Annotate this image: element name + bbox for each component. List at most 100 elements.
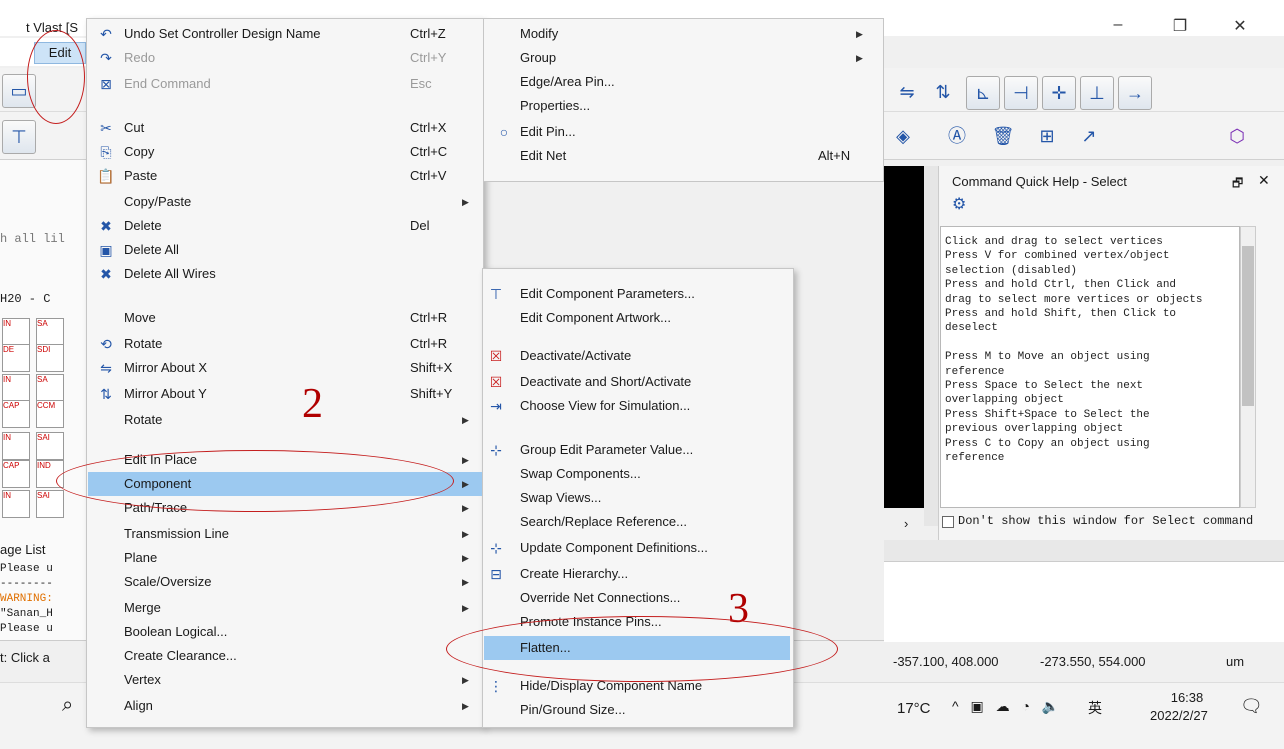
- component-menu-item-pin-ground-size[interactable]: Pin/Ground Size...: [484, 698, 790, 722]
- edit-menu-item-delete-all[interactable]: ▣ Delete All: [88, 238, 482, 262]
- modify-menu-item-edit-pin[interactable]: ○ Edit Pin...: [486, 120, 882, 144]
- modify-menu-item-modify[interactable]: Modify ▶: [486, 22, 882, 46]
- notification-icon[interactable]: 🗨: [1240, 696, 1263, 717]
- edit-menu-item-boolean-logical[interactable]: Boolean Logical...: [88, 620, 482, 644]
- system-tray-icons[interactable]: ^ ▣ ☁ ◔ 🔈: [952, 698, 1063, 715]
- component-menu-item-edit-component-parameters[interactable]: ⊤ Edit Component Parameters...: [484, 282, 790, 306]
- message-list-tab[interactable]: age List: [0, 542, 46, 557]
- palette-item[interactable]: IN: [2, 374, 30, 402]
- toolbar-route-icon[interactable]: ⊞: [1030, 120, 1064, 154]
- chevron-right-icon: ▶: [462, 503, 469, 513]
- palette-item[interactable]: IN: [2, 318, 30, 346]
- edit-menu-item-mirror-about-y[interactable]: ⇅ Mirror About Y Shift+Y: [88, 382, 482, 406]
- clock-time[interactable]: 16:38: [1157, 690, 1217, 705]
- toolbar-ground-icon[interactable]: ⊥: [1080, 76, 1114, 110]
- palette-item[interactable]: SAI: [36, 432, 64, 460]
- minimize-button[interactable]: –: [1098, 16, 1138, 34]
- palette-item[interactable]: IN: [2, 432, 30, 460]
- component-menu-item-deactivate-and-short-activate[interactable]: ☒ Deactivate and Short/Activate: [484, 370, 790, 394]
- palette-item[interactable]: IN: [2, 490, 30, 518]
- edit-menu-item-scale-oversize[interactable]: Scale/Oversize ▶: [88, 570, 482, 594]
- edit-menu-item-transmission-line[interactable]: Transmission Line ▶: [88, 522, 482, 546]
- help-panel-title: Command Quick Help - Select: [952, 174, 1127, 189]
- component-menu-item-update-component-definitions[interactable]: ⊹ Update Component Definitions...: [484, 536, 790, 560]
- component-menu-item-choose-view-for-simulation[interactable]: ⇥ Choose View for Simulation...: [484, 394, 790, 418]
- edit-menu-item-create-clearance[interactable]: Create Clearance...: [88, 644, 482, 668]
- edit-menu-item-copy[interactable]: ⎘ Copy Ctrl+C: [88, 140, 482, 164]
- search-icon[interactable]: ⌕: [62, 694, 73, 717]
- component-menu-item-search-replace-reference[interactable]: Search/Replace Reference...: [484, 510, 790, 534]
- menu-item-shortcut: Ctrl+X: [410, 120, 447, 135]
- edit-menu-item-plane[interactable]: Plane ▶: [88, 546, 482, 570]
- edit-menu-item-undo-set-controller-design-name[interactable]: ↶ Undo Set Controller Design Name Ctrl+Z: [88, 22, 482, 46]
- edit-menu-item-copy-paste[interactable]: Copy/Paste ▶: [88, 190, 482, 214]
- edit-menu-item-paste[interactable]: 📋 Paste Ctrl+V: [88, 164, 482, 188]
- weather-temp[interactable]: 17°C: [897, 700, 931, 717]
- palette-item[interactable]: CCM: [36, 400, 64, 428]
- modify-menu-item-edit-net[interactable]: Edit Net Alt+N: [486, 144, 882, 168]
- edit-menu-item-end-command[interactable]: ⊠ End Command Esc: [88, 72, 482, 96]
- menu-item-label: Rotate: [124, 336, 163, 351]
- toolbar-term-icon[interactable]: →: [1118, 76, 1152, 110]
- palette-item[interactable]: CAP: [2, 400, 30, 428]
- palette-item[interactable]: DE: [2, 344, 30, 372]
- menu-item-shortcut: Ctrl+Y: [410, 50, 447, 65]
- pin-icon[interactable]: 🗗: [1232, 174, 1243, 195]
- component-menu-item-edit-component-artwork[interactable]: Edit Component Artwork...: [484, 306, 790, 330]
- edit-menu-item-move[interactable]: Move Ctrl+R: [88, 306, 482, 330]
- delete-all-icon: ▣: [99, 242, 113, 258]
- component-menu-item-swap-views[interactable]: Swap Views...: [484, 486, 790, 510]
- palette-item[interactable]: SA: [36, 318, 64, 346]
- restore-button[interactable]: ❐: [1160, 16, 1200, 36]
- ime-indicator[interactable]: 英: [1088, 698, 1102, 718]
- modify-menu-item-group[interactable]: Group ▶: [486, 46, 882, 70]
- menu-item-label: Deactivate/Activate: [520, 348, 632, 363]
- component-menu-item-create-hierarchy[interactable]: ⊟ Create Hierarchy...: [484, 562, 790, 586]
- toolbar-trash-icon[interactable]: 🗑: [986, 120, 1020, 154]
- toolbar-arrow-icon[interactable]: ↗: [1072, 120, 1106, 154]
- toolbar-pin-icon[interactable]: ⊾: [966, 76, 1000, 110]
- palette-item[interactable]: SA: [36, 374, 64, 402]
- help-close-icon[interactable]: ✕: [1258, 172, 1270, 189]
- edit-params-icon: ⊤: [489, 286, 503, 302]
- edit-menu-item-merge[interactable]: Merge ▶: [88, 596, 482, 620]
- component-menu-item-group-edit-parameter-value[interactable]: ⊹ Group Edit Parameter Value...: [484, 438, 790, 462]
- edit-menu-item-redo[interactable]: ↷ Redo Ctrl+Y: [88, 46, 482, 70]
- edit-menu-item-vertex[interactable]: Vertex ▶: [88, 668, 482, 692]
- modify-menu-item-properties[interactable]: Properties...: [486, 94, 882, 118]
- update-icon: ⊹: [490, 540, 502, 556]
- palette-item[interactable]: SAI: [36, 490, 64, 518]
- close-button[interactable]: ✕: [1220, 16, 1260, 36]
- dont-show-checkbox[interactable]: [942, 516, 954, 528]
- toolbar-component-lib-icon[interactable]: ◈: [886, 120, 920, 154]
- gear-icon[interactable]: ⚙: [952, 194, 966, 214]
- toolbar-component-icon[interactable]: ⊤: [2, 120, 36, 154]
- help-scrollbar-thumb[interactable]: [1242, 246, 1254, 406]
- edit-menu-item-rotate[interactable]: Rotate ▶: [88, 408, 482, 432]
- component-menu-item-deactivate-activate[interactable]: ☒ Deactivate/Activate: [484, 344, 790, 368]
- toolbar-a-icon[interactable]: Ⓐ: [940, 120, 974, 154]
- canvas-scrollbar[interactable]: [924, 166, 938, 526]
- menu-item-shortcut: Shift+Y: [410, 386, 453, 401]
- palette-item[interactable]: SDI: [36, 344, 64, 372]
- edit-menu-item-delete[interactable]: ✖ Delete Del: [88, 214, 482, 238]
- modify-menu-item-edge-area-pin[interactable]: Edge/Area Pin...: [486, 70, 882, 94]
- toolbar-wire-icon[interactable]: ✛: [1042, 76, 1076, 110]
- toolbar-mirror-x-icon[interactable]: ⇋: [890, 76, 924, 110]
- palette-item[interactable]: CAP: [2, 460, 30, 488]
- toolbar-port-icon[interactable]: ⊣: [1004, 76, 1038, 110]
- edit-menu-item-rotate[interactable]: ⟲ Rotate Ctrl+R: [88, 332, 482, 356]
- edit-menu-item-delete-all-wires[interactable]: ✖ Delete All Wires: [88, 262, 482, 286]
- component-menu-item-swap-components[interactable]: Swap Components...: [484, 462, 790, 486]
- edit-menu-item-cut[interactable]: ✂ Cut Ctrl+X: [88, 116, 482, 140]
- edit-menu-item-align[interactable]: Align ▶: [88, 694, 482, 718]
- annotation-ellipse-flatten: [446, 616, 838, 682]
- library-search-input[interactable]: h all lil: [0, 232, 65, 246]
- clock-date[interactable]: 2022/2/27: [1150, 708, 1208, 723]
- edit-menu-item-mirror-about-x[interactable]: ⇋ Mirror About X Shift+X: [88, 356, 482, 380]
- message-line: Please u: [0, 623, 53, 635]
- chevron-right-icon[interactable]: ›: [904, 516, 908, 531]
- toolbar-mirror-y-icon[interactable]: ⇅: [926, 76, 960, 110]
- menu-item-label: Undo Set Controller Design Name: [124, 26, 321, 41]
- toolbar-hex-icon[interactable]: ⬡: [1220, 120, 1254, 154]
